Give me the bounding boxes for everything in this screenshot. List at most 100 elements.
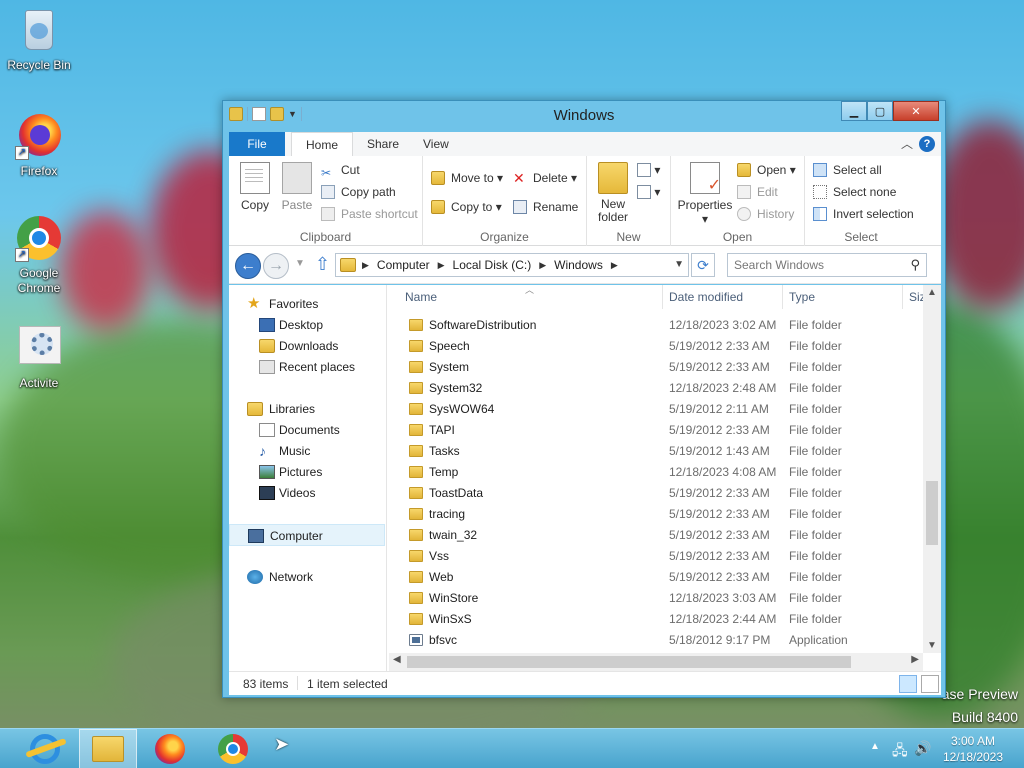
scroll-down-icon[interactable]: ▼ xyxy=(923,640,941,651)
copy-button[interactable]: Copy xyxy=(235,162,275,212)
volume-icon[interactable]: 🔊 xyxy=(914,740,931,768)
horizontal-scroll-thumb[interactable] xyxy=(407,656,851,668)
column-header-size[interactable]: Size xyxy=(903,285,923,309)
delete-button[interactable]: ✕ Delete ▾ xyxy=(513,168,577,188)
scroll-up-icon[interactable]: ▲ xyxy=(923,287,941,298)
table-row[interactable]: Vss 5/19/2012 2:33 AM File folder xyxy=(389,546,913,567)
nav-item-recent-places[interactable]: Recent places xyxy=(229,356,385,378)
system-clock[interactable]: 3:00 AM 12/18/2023 xyxy=(940,733,1006,765)
select-all-button[interactable]: Select all xyxy=(813,160,882,180)
paste-button[interactable]: Paste xyxy=(277,162,317,212)
nav-item-favorites[interactable]: ★ Favorites xyxy=(229,293,385,315)
table-row[interactable]: SoftwareDistribution 12/18/2023 3:02 AM Fi… xyxy=(389,315,913,336)
nav-item-videos[interactable]: Videos xyxy=(229,482,385,504)
details-view-button[interactable] xyxy=(899,675,917,693)
taskbar-chrome[interactable] xyxy=(204,729,262,768)
new-folder-button[interactable]: New folder xyxy=(593,162,633,224)
breadcrumb-local-disk[interactable]: Local Disk (C:) xyxy=(453,254,532,276)
table-row[interactable]: TAPI 5/19/2012 2:33 AM File folder xyxy=(389,420,913,441)
vertical-scroll-thumb[interactable] xyxy=(926,481,938,545)
chevron-right-icon[interactable]: ▶ xyxy=(438,254,445,276)
file-date-modified: 12/18/2023 3:02 AM xyxy=(669,318,777,332)
forward-button[interactable]: → xyxy=(263,253,289,279)
title-bar[interactable]: ▼ Windows ▁ ▢ ✕ xyxy=(223,101,945,131)
refresh-button[interactable]: ⟳ xyxy=(691,253,715,277)
search-box[interactable]: ⚲ xyxy=(727,253,927,277)
minimize-button[interactable]: ▁ xyxy=(841,101,867,121)
breadcrumb-windows[interactable]: Windows xyxy=(554,254,603,276)
copy-to-button[interactable]: Copy to ▾ xyxy=(431,197,502,217)
search-icon[interactable]: ⚲ xyxy=(910,257,920,273)
table-row[interactable]: System32 12/18/2023 2:48 AM File folder xyxy=(389,378,913,399)
select-none-button[interactable]: Select none xyxy=(813,182,896,202)
taskbar-internet-explorer[interactable] xyxy=(16,729,74,768)
chevron-right-icon[interactable]: ▶ xyxy=(611,254,618,276)
table-row[interactable]: Tasks 5/19/2012 1:43 AM File folder xyxy=(389,441,913,462)
help-icon[interactable]: ? xyxy=(919,136,935,152)
desktop-icon-google-chrome[interactable]: ↗ Google Chrome xyxy=(2,214,76,296)
column-header-date[interactable]: Date modified xyxy=(663,285,783,309)
tab-file[interactable]: File xyxy=(229,132,285,156)
nav-item-desktop[interactable]: Desktop xyxy=(229,314,385,336)
table-row[interactable]: WinSxS 12/18/2023 2:44 AM File folder xyxy=(389,609,913,630)
taskbar-firefox[interactable] xyxy=(141,729,199,768)
explorer-window: ▼ Windows ▁ ▢ ✕ File Home Share View ︿ ?… xyxy=(222,100,946,698)
up-button[interactable]: ⇧ xyxy=(315,254,330,275)
table-row[interactable]: twain_32 5/19/2012 2:33 AM File folder xyxy=(389,525,913,546)
nav-item-documents[interactable]: Documents xyxy=(229,419,385,441)
back-button[interactable]: ← xyxy=(235,253,261,279)
large-icons-view-button[interactable] xyxy=(921,675,939,693)
move-to-button[interactable]: Move to ▾ xyxy=(431,168,503,188)
nav-item-network[interactable]: Network xyxy=(229,566,385,588)
vertical-scrollbar[interactable]: ▲ ▼ xyxy=(923,285,941,653)
breadcrumb-computer[interactable]: Computer xyxy=(377,254,430,276)
history-button[interactable]: History xyxy=(737,204,794,224)
nav-item-libraries[interactable]: Libraries xyxy=(229,398,385,420)
easy-access-button[interactable]: ▾ xyxy=(637,182,660,202)
chevron-right-icon[interactable]: ▶ xyxy=(539,254,546,276)
maximize-button[interactable]: ▢ xyxy=(867,101,893,121)
table-row[interactable]: bfsvc 5/18/2012 9:17 PM Application xyxy=(389,630,913,651)
table-row[interactable]: tracing 5/19/2012 2:33 AM File folder xyxy=(389,504,913,525)
close-button[interactable]: ✕ xyxy=(893,101,939,121)
recent-locations-dropdown[interactable]: ▼ xyxy=(295,258,305,269)
show-hidden-icons-button[interactable]: ▲ xyxy=(870,741,880,768)
network-tray-icon[interactable]: 🖧 xyxy=(892,740,908,768)
nav-item-pictures[interactable]: Pictures xyxy=(229,461,385,483)
rename-button[interactable]: Rename xyxy=(513,197,578,217)
search-input[interactable] xyxy=(728,254,896,276)
table-row[interactable]: Temp 12/18/2023 4:08 AM File folder xyxy=(389,462,913,483)
properties-button[interactable]: Properties▾ xyxy=(675,162,735,226)
scroll-right-icon[interactable]: ▶ xyxy=(911,654,919,665)
address-bar[interactable]: ▶ Computer ▶ Local Disk (C:) ▶ Windows ▶… xyxy=(335,253,689,277)
column-header-type[interactable]: Type xyxy=(783,285,903,309)
taskbar-file-explorer[interactable] xyxy=(79,729,137,768)
table-row[interactable]: Speech 5/19/2012 2:33 AM File folder xyxy=(389,336,913,357)
cut-button[interactable]: ✂ Cut xyxy=(321,160,360,180)
tab-share[interactable]: Share xyxy=(353,132,413,156)
table-row[interactable]: System 5/19/2012 2:33 AM File folder xyxy=(389,357,913,378)
desktop-icon-activite[interactable]: Activite xyxy=(2,324,76,391)
nav-item-computer[interactable]: Computer xyxy=(229,524,385,546)
desktop-icon-recycle-bin[interactable]: Recycle Bin xyxy=(2,6,76,73)
nav-item-music[interactable]: ♪ Music xyxy=(229,440,385,462)
table-row[interactable]: ToastData 5/19/2012 2:33 AM File folder xyxy=(389,483,913,504)
table-row[interactable]: SysWOW64 5/19/2012 2:11 AM File folder xyxy=(389,399,913,420)
chevron-right-icon[interactable]: ▶ xyxy=(362,254,369,276)
paste-shortcut-button[interactable]: Paste shortcut xyxy=(321,204,418,224)
nav-item-downloads[interactable]: Downloads xyxy=(229,335,385,357)
address-dropdown-icon[interactable]: ▼ xyxy=(674,259,684,270)
table-row[interactable]: WinStore 12/18/2023 3:03 AM File folder xyxy=(389,588,913,609)
table-row[interactable]: Web 5/19/2012 2:33 AM File folder xyxy=(389,567,913,588)
open-button[interactable]: Open ▾ xyxy=(737,160,796,180)
tab-view[interactable]: View xyxy=(409,132,463,156)
edit-button[interactable]: Edit xyxy=(737,182,778,202)
desktop-icon-firefox[interactable]: ↗ Firefox xyxy=(2,112,76,179)
scroll-left-icon[interactable]: ◀ xyxy=(393,654,401,665)
new-item-button[interactable]: ▾ xyxy=(637,160,660,180)
invert-selection-button[interactable]: Invert selection xyxy=(813,204,914,224)
copy-path-button[interactable]: Copy path xyxy=(321,182,396,202)
tab-home[interactable]: Home xyxy=(291,132,354,157)
horizontal-scrollbar[interactable]: ◀ ▶ xyxy=(389,653,923,671)
collapse-ribbon-icon[interactable]: ︿ xyxy=(901,135,913,152)
